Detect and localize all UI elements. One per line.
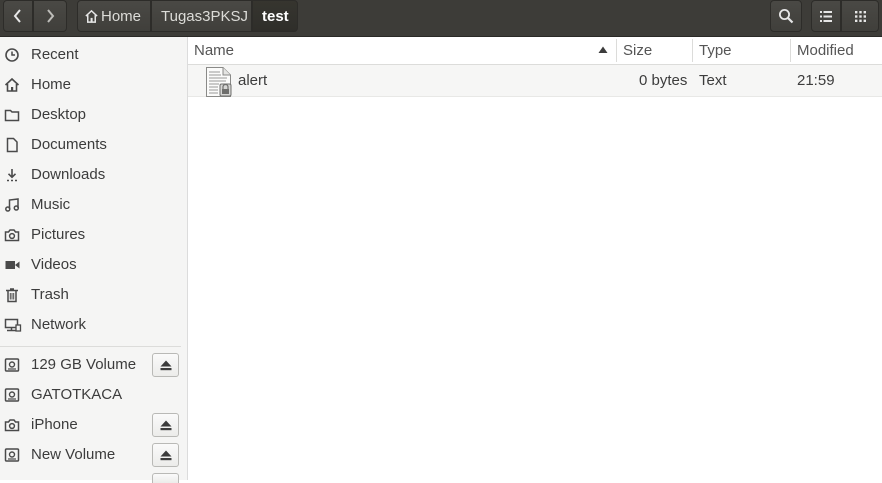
sidebar-item-label: Music [31,196,71,213]
sidebar-item-label: GATOTKACA [31,386,123,403]
column-separator[interactable] [616,39,617,62]
chevron-left-icon [13,9,21,23]
download-icon [7,169,17,182]
file-row[interactable]: alert 0 bytes Text 21:59 [188,65,882,97]
chevron-right-icon [47,9,55,23]
sidebar-item-label: Network [31,316,87,333]
sidebar: Recent Home Desktop Documents Downloads … [0,37,182,483]
music-icon [5,198,20,212]
eject-icon [160,450,171,460]
file-size: 0 bytes [639,72,688,89]
sort-ascending-icon [598,46,608,53]
sidebar-item-videos[interactable]: Videos [0,250,181,280]
eject-icon [160,420,171,430]
column-header-bar: Name Size Type Modified [188,37,882,65]
sidebar-item-network[interactable]: Network [0,310,181,340]
network-icon [4,318,22,332]
sidebar-item-label: iPhone [31,416,78,433]
sidebar-item-label: Recent [31,46,79,63]
column-header-modified-label: Modified [797,42,854,59]
breadcrumb-test-label: test [262,7,289,25]
sidebar-item-music[interactable]: Music [0,190,181,220]
sidebar-item-desktop[interactable]: Desktop [0,100,181,130]
search-button[interactable] [770,0,802,32]
column-header-modified[interactable]: Modified [797,37,881,64]
sidebar-item-label: Documents [31,136,107,153]
list-view-icon [820,10,832,22]
forward-button[interactable] [33,0,67,32]
eject-icon [160,360,171,370]
column-header-size-label: Size [623,42,653,59]
column-header-type[interactable]: Type [699,37,789,64]
trash-icon [6,288,18,303]
sidebar-item-documents[interactable]: Documents [0,130,181,160]
sidebar-item-recent[interactable]: Recent [0,40,181,70]
grid-view-button[interactable] [841,0,879,32]
document-icon [6,137,18,153]
list-view-button[interactable] [811,0,841,32]
breadcrumb-home-label: Home [100,7,141,25]
eject-button[interactable] [152,473,179,483]
folder-icon [4,109,20,122]
camera-icon [4,419,20,432]
breadcrumb-tugas3pksj[interactable]: Tugas3PKSJ [151,0,252,32]
search-icon [779,9,794,24]
file-modified: 21:59 [797,72,835,89]
drive-icon [4,388,20,402]
sidebar-item-label: Desktop [31,106,87,123]
clock-icon [5,48,19,62]
eject-button[interactable] [152,443,179,467]
sidebar-item-label: Videos [31,256,77,273]
column-header-name-label: Name [194,42,235,59]
back-button[interactable] [3,0,33,32]
sidebar-item-gatotkaca[interactable]: GATOTKACA [0,380,181,410]
eject-button[interactable] [152,353,179,377]
column-header-type-label: Type [699,42,732,59]
eject-button[interactable] [152,413,179,437]
sidebar-item-home[interactable]: Home [0,70,181,100]
file-list-empty-area[interactable] [188,97,882,480]
sidebar-item-downloads[interactable]: Downloads [0,160,181,190]
sidebar-item-trash[interactable]: Trash [0,280,181,310]
column-header-size[interactable]: Size [623,37,691,64]
sidebar-item-label: Home [31,76,72,93]
file-type: Text [699,72,727,89]
home-icon [4,77,20,92]
drive-icon [4,358,20,372]
file-name: alert [238,72,268,89]
video-icon [5,261,20,269]
breadcrumb-test[interactable]: test [252,0,298,32]
header-bar: Home Tugas3PKSJ test [0,0,882,37]
sidebar-item-label: New Volume [31,446,116,463]
locked-text-file-icon [206,67,232,97]
grid-view-icon [854,10,866,22]
sidebar-item-pictures[interactable]: Pictures [0,220,181,250]
sidebar-separator [0,346,181,347]
sidebar-item-label: 129 GB Volume [31,356,137,373]
home-icon [85,9,98,23]
column-separator[interactable] [692,39,693,62]
camera-icon [4,229,20,242]
sidebar-item-label: Downloads [31,166,106,183]
breadcrumb-home[interactable]: Home [77,0,151,32]
sidebar-item-label: Pictures [31,226,86,243]
sidebar-item-label: Trash [31,286,69,303]
breadcrumb-tugas3pksj-label: Tugas3PKSJ [161,7,248,25]
drive-icon [4,448,20,462]
column-header-name[interactable]: Name [194,37,614,64]
column-separator[interactable] [790,39,791,62]
sidebar-scrollbar[interactable] [181,37,188,480]
